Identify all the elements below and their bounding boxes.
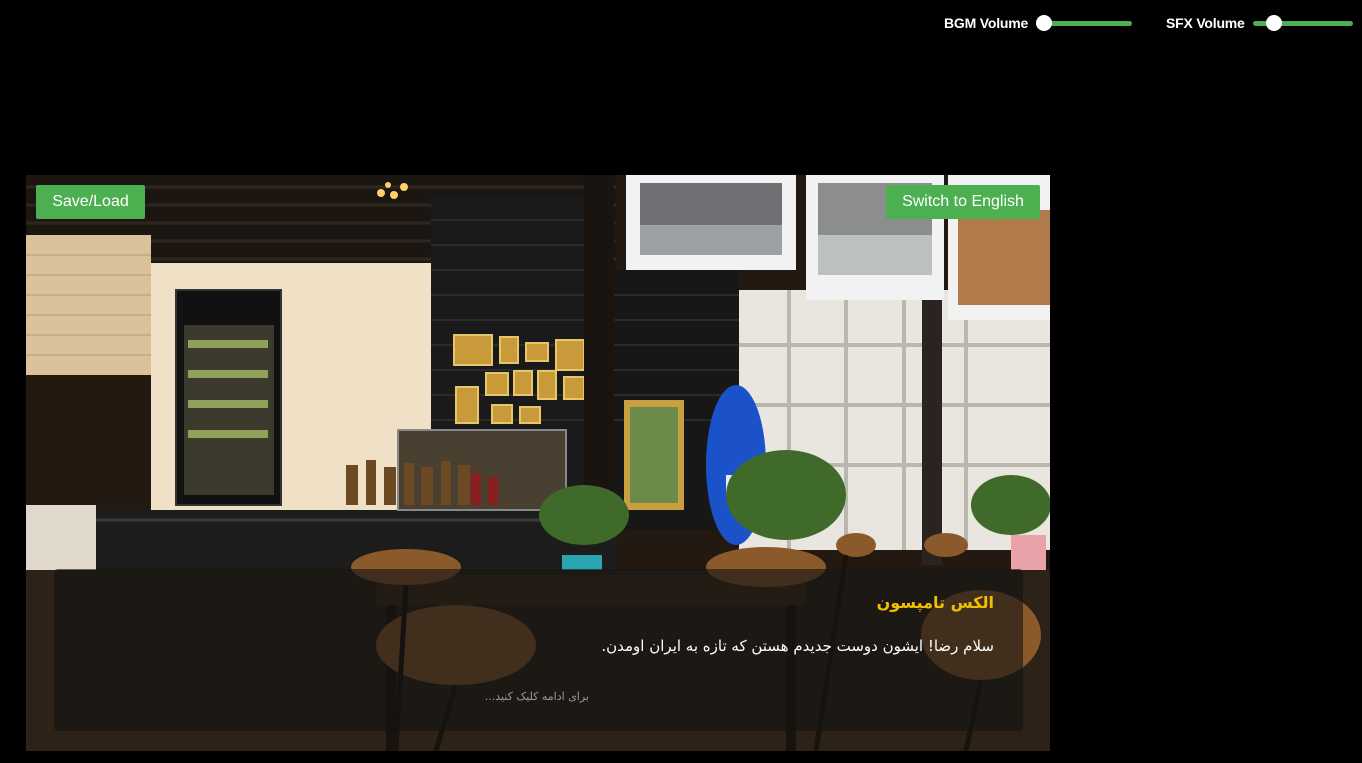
continue-hint: برای ادامه کلیک کنید... [484, 690, 589, 703]
sfx-volume-slider[interactable] [1252, 12, 1353, 34]
bgm-volume-control: BGM Volume [944, 12, 1133, 34]
sfx-volume-control: SFX Volume [1166, 12, 1353, 34]
switch-language-button[interactable]: Switch to English [886, 185, 1040, 219]
save-load-button[interactable]: Save/Load [36, 185, 145, 219]
bgm-volume-label: BGM Volume [944, 15, 1029, 31]
game-stage[interactable]: Save/Load Switch to English الکس تامپسون… [26, 175, 1050, 751]
dialogue-text: سلام رضا! ایشون دوست جدیدم هستن که تازه … [601, 637, 994, 655]
sfx-volume-label: SFX Volume [1166, 15, 1245, 31]
speaker-name: الکس تامپسون [876, 593, 994, 612]
bgm-slider-thumb[interactable] [1036, 15, 1053, 31]
sfx-slider-thumb[interactable] [1265, 15, 1282, 31]
dialogue-box[interactable]: الکس تامپسون سلام رضا! ایشون دوست جدیدم … [54, 569, 1023, 731]
bgm-volume-slider[interactable] [1036, 12, 1133, 34]
